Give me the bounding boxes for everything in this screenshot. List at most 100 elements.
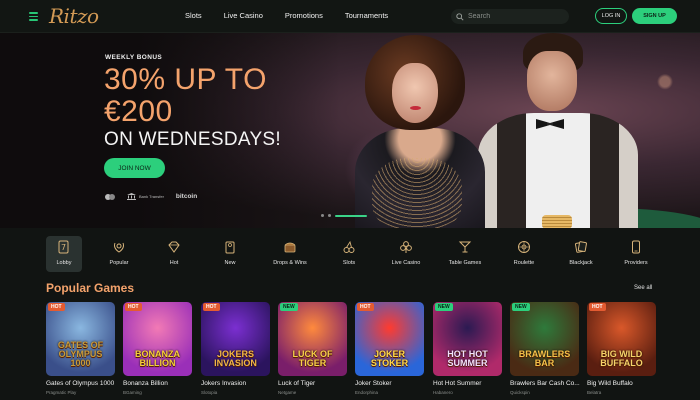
laurel-icon (114, 242, 124, 253)
game-card[interactable]: HOT JOKERS INVASION (201, 302, 270, 376)
game-name[interactable]: Hot Hot Summer (433, 380, 505, 387)
promo-headline-line3: ON WEDNESDAYS! (104, 129, 281, 150)
search-input[interactable] (468, 13, 568, 20)
lady-dress-beads (372, 158, 462, 228)
game-art-title: BONANZA BILLION (135, 349, 180, 368)
search-box[interactable] (451, 9, 569, 24)
bank-icon (127, 193, 136, 200)
game-card[interactable]: HOT GATES OF OLYMPUS 1000 (46, 302, 115, 376)
game-card[interactable]: NEW LUCK OF TIGER (278, 302, 347, 376)
club-icon (400, 241, 412, 253)
game-badge: NEW (512, 303, 530, 311)
game-card[interactable]: NEW BRAWLERS BAR (510, 302, 579, 376)
dealer-face (527, 51, 577, 111)
site-logo[interactable]: Ritzo (49, 4, 99, 28)
phone-icon (632, 240, 640, 254)
bitcoin-logo: bitcoin (175, 193, 198, 200)
bank-transfer-logo: Bank Transfer (127, 193, 164, 200)
category-popular[interactable]: Popular (97, 236, 141, 272)
game-badge: NEW (435, 303, 453, 311)
category-bar: 7 Lobby Popular Hot New Drops & Wins Slo… (46, 236, 666, 272)
treasure-icon (284, 242, 296, 253)
lobby-icon: 7 (58, 240, 69, 254)
game-provider: Pragmatic Play (46, 390, 77, 395)
game-name[interactable]: Joker Stoker (355, 380, 427, 387)
top-header: Ritzo Slots Live Casino Promotions Tourn… (0, 0, 700, 33)
signup-button[interactable]: SIGN UP (632, 8, 677, 24)
game-name[interactable]: Jokers Invasion (201, 380, 273, 387)
diamond-icon (168, 241, 180, 253)
game-art-title: HOT HOT SUMMER (447, 349, 488, 368)
category-drops-wins[interactable]: Drops & Wins (268, 236, 312, 272)
game-badge: HOT (125, 303, 142, 311)
game-art-title: LUCK OF TIGER (292, 349, 333, 368)
game-art-title: GATES OF OLYMPUS 1000 (57, 340, 104, 368)
mastercard-icon (105, 193, 115, 200)
carousel-dot[interactable] (321, 214, 324, 217)
category-blackjack[interactable]: Blackjack (559, 236, 603, 272)
category-slots[interactable]: Slots (327, 236, 371, 272)
game-badge: HOT (203, 303, 220, 311)
promo-headline-line1: 30% UP TO (104, 63, 267, 96)
category-hot[interactable]: Hot (152, 236, 196, 272)
game-art-title: JOKER STOKER (370, 349, 409, 368)
main-nav: Slots Live Casino Promotions Tournaments (185, 11, 410, 20)
game-provider: Slotopia (201, 390, 218, 395)
game-name[interactable]: Gates of Olympus 1000 (46, 380, 118, 387)
see-all-link[interactable]: See all (634, 285, 652, 291)
category-lobby[interactable]: 7 Lobby (46, 236, 82, 272)
carousel-dots (321, 214, 367, 217)
nav-live-casino[interactable]: Live Casino (224, 11, 263, 20)
game-name[interactable]: Luck of Tiger (278, 380, 350, 387)
hero-banner[interactable]: WEEKLY BONUS 30% UP TO €200 ON WEDNESDAY… (0, 33, 700, 228)
lady-lips (410, 106, 421, 110)
game-name[interactable]: Big Wild Buffalo (587, 380, 659, 387)
promo-headline-line2: €200 (104, 95, 173, 128)
door-hanger-icon (225, 241, 235, 254)
game-provider: Quickspin (510, 390, 530, 395)
cocktail-icon (458, 241, 472, 253)
popular-games-title: Popular Games (46, 281, 135, 295)
casino-chips (542, 215, 572, 228)
promo-eyebrow: WEEKLY BONUS (105, 54, 163, 61)
payment-methods: Bank Transfer bitcoin (105, 193, 197, 200)
game-badge: HOT (589, 303, 606, 311)
page: Ritzo Slots Live Casino Promotions Tourn… (0, 0, 700, 400)
join-now-button[interactable]: JOIN NOW (104, 158, 165, 178)
game-card[interactable]: HOT BONANZA BILLION (123, 302, 192, 376)
game-card[interactable]: HOT BIG WILD BUFFALO (587, 302, 656, 376)
game-badge: HOT (48, 303, 65, 311)
dealer-figure (478, 113, 638, 228)
category-providers[interactable]: Providers (614, 236, 658, 272)
game-art-title: JOKERS INVASION (214, 349, 257, 368)
carousel-dot-active[interactable] (335, 214, 367, 217)
game-provider: Habanero (433, 390, 453, 395)
svg-text:7: 7 (61, 243, 66, 252)
category-roulette[interactable]: Roulette (502, 236, 546, 272)
game-badge: NEW (280, 303, 298, 311)
login-button[interactable]: LOG IN (595, 8, 627, 24)
cherries-icon (343, 240, 355, 253)
game-card[interactable]: NEW HOT HOT SUMMER (433, 302, 502, 376)
game-provider: Netgame (278, 390, 297, 395)
game-provider: Endorphina (355, 390, 379, 395)
game-name[interactable]: Brawlers Bar Cash Co... (510, 380, 582, 387)
game-art-title: BIG WILD BUFFALO (600, 349, 643, 368)
game-art-title: BRAWLERS BAR (518, 349, 571, 368)
lady-face (392, 63, 438, 123)
game-provider: Belatra (587, 390, 602, 395)
carousel-dot[interactable] (328, 214, 331, 217)
nav-promotions[interactable]: Promotions (285, 11, 323, 20)
category-new[interactable]: New (208, 236, 252, 272)
game-card[interactable]: HOT JOKER STOKER (355, 302, 424, 376)
nav-slots[interactable]: Slots (185, 11, 202, 20)
cards-icon (575, 241, 587, 253)
game-provider: BGaming (123, 390, 142, 395)
category-live-casino[interactable]: Live Casino (384, 236, 428, 272)
menu-icon[interactable] (29, 12, 38, 21)
category-table-games[interactable]: Table Games (443, 236, 487, 272)
game-name[interactable]: Bonanza Billion (123, 380, 195, 387)
search-icon (456, 12, 464, 21)
game-badge: HOT (357, 303, 374, 311)
nav-tournaments[interactable]: Tournaments (345, 11, 388, 20)
